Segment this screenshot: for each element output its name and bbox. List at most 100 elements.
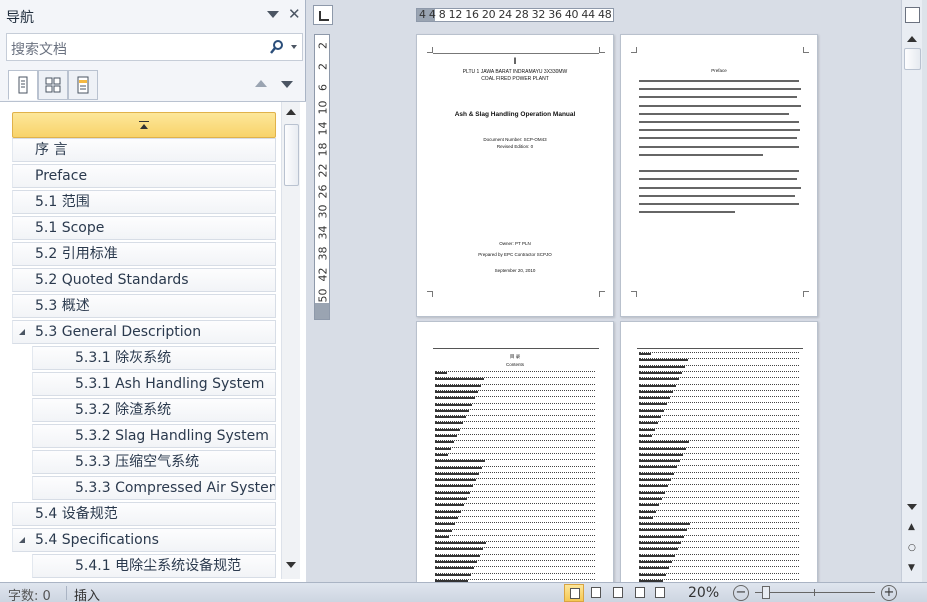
toc-leader (435, 503, 595, 505)
scroll-down-icon[interactable] (907, 504, 917, 510)
page-1[interactable]: I PLTU 1 JAWA BARAT INDRAMAYU 3X330MW CO… (416, 34, 614, 317)
tree-item[interactable]: 5.3.1 除灰系统 (32, 346, 276, 370)
zoom-slider-track[interactable] (755, 592, 875, 593)
headings-icon (18, 76, 28, 94)
page-3[interactable]: 目 录 Contents (416, 321, 614, 582)
previous-page-icon[interactable]: ▲ (908, 522, 915, 532)
scroll-up-icon[interactable] (286, 109, 296, 115)
page-4[interactable] (620, 321, 818, 582)
toc-leader (639, 490, 799, 492)
zoom-out-button[interactable]: − (733, 585, 749, 601)
insert-mode[interactable]: 插入 (74, 585, 100, 602)
crop-mark (631, 47, 637, 53)
toc-entry-label (639, 542, 681, 544)
document-scrollbar[interactable]: ▲ ○ ▼ (901, 0, 922, 582)
preface-heading: Preface (711, 68, 727, 73)
toc-entry-label (639, 535, 684, 538)
search-icon[interactable] (269, 39, 285, 55)
web-layout-button[interactable] (608, 584, 628, 602)
owner: Owner: PT PLN (499, 241, 531, 246)
search-input[interactable]: 搜索文档 (11, 39, 67, 59)
toc-entry-label (639, 390, 673, 393)
tree-item[interactable]: 5.2 引用标准 (12, 242, 276, 266)
next-heading-icon[interactable] (281, 81, 293, 88)
page-2[interactable]: Preface (620, 34, 818, 317)
toc-leader (639, 352, 799, 353)
toc-entry-label (435, 397, 475, 400)
scroll-down-icon[interactable] (286, 562, 296, 568)
toc-leader (435, 522, 595, 524)
tree-item[interactable]: Preface (12, 164, 276, 188)
tree-item[interactable]: 5.4.1 电除尘系统设备规范 (32, 554, 276, 578)
heading-tree: 序 言 Preface 5.1 范围 5.1 Scope 5.2 引用标准 5.2 Quo… (0, 101, 306, 582)
toc-entry-label (435, 573, 471, 576)
toc-leader (639, 547, 799, 549)
outline-button[interactable] (630, 584, 650, 602)
vertical-ruler[interactable]: 2 2 6 10 14 18 22 26 30 34 38 42 50 (314, 34, 330, 320)
toc-entry-label (435, 567, 474, 570)
full-screen-reading-button[interactable] (586, 584, 606, 602)
toc-entry-label (639, 460, 680, 463)
tree-scroll-thumb[interactable] (284, 124, 299, 186)
tree-item[interactable]: 5.3.2 除渣系统 (32, 398, 276, 422)
tree-item[interactable]: 5.3 General Description (12, 320, 276, 344)
tree-item[interactable]: 5.1 范围 (12, 190, 276, 214)
horizontal-ruler[interactable]: 4 4 8 12 16 20 24 28 32 36 40 44 48 (416, 8, 614, 22)
zoom-in-button[interactable]: + (881, 585, 897, 601)
scroll-up-icon[interactable] (907, 36, 917, 42)
select-browse-object-icon[interactable]: ○ (908, 543, 916, 553)
draft-button[interactable] (650, 584, 670, 602)
toc-entry-label (639, 560, 672, 563)
toc-entry-label (435, 472, 479, 475)
view-ruler-icon[interactable] (905, 7, 920, 23)
toc-entry-label (435, 409, 469, 412)
tree-item[interactable]: 5.2 Quoted Standards (12, 268, 276, 292)
toc-leader (639, 484, 799, 486)
toc-entry-label (639, 516, 653, 519)
ruler-number: 38 (316, 246, 330, 261)
tree-scrollbar[interactable] (281, 102, 300, 579)
tree-item[interactable]: 5.3.3 Compressed Air System (32, 476, 276, 500)
toc-leader (435, 389, 595, 391)
expand-collapse-icon[interactable] (19, 537, 25, 543)
print-layout-button[interactable] (564, 584, 584, 602)
toc-leader (435, 427, 595, 429)
ruler-number: 30 (316, 204, 330, 219)
revision: Revised Edition: 0 (496, 144, 534, 149)
ruler-number: 50 (316, 288, 330, 303)
collapse-all-button[interactable] (12, 112, 276, 138)
word-count[interactable]: 字数: 0 (8, 585, 51, 602)
tree-item[interactable]: 5.4 设备规范 (12, 502, 276, 526)
tree-item[interactable]: 5.3 概述 (12, 294, 276, 318)
tab-pages[interactable] (38, 70, 68, 100)
document-scroll-thumb[interactable] (904, 48, 921, 70)
tree-item[interactable]: 5.4 Specifications (12, 528, 276, 552)
tree-item-label: 5.1 范围 (35, 194, 90, 210)
nav-close-icon[interactable]: ✕ (288, 6, 301, 22)
previous-heading-icon[interactable] (255, 80, 267, 87)
toc-entry-label (435, 403, 472, 406)
toc-leader (435, 446, 595, 448)
document-area[interactable]: I PLTU 1 JAWA BARAT INDRAMAYU 3X330MW CO… (334, 28, 901, 582)
search-box[interactable]: 搜索文档 (6, 33, 303, 61)
tree-item[interactable]: 5.3.2 Slag Handling System (32, 424, 276, 448)
toc-entry-label (435, 561, 477, 563)
tree-item[interactable]: 5.3.1 Ash Handling System (32, 372, 276, 396)
tree-item[interactable]: 5.3.3 压缩空气系统 (32, 450, 276, 474)
search-options-dropdown-icon[interactable] (291, 45, 297, 49)
ruler-number: 34 (316, 225, 330, 240)
toc-entry-label (639, 554, 675, 557)
expand-collapse-icon[interactable] (19, 329, 25, 335)
tab-selector[interactable] (313, 5, 333, 25)
zoom-level[interactable]: 20% (688, 585, 719, 601)
toc-entry-label (639, 573, 666, 576)
toc-entry-label (639, 422, 658, 425)
toc-leader (639, 402, 799, 404)
zoom-slider-thumb[interactable] (762, 586, 770, 599)
tree-item[interactable]: 序 言 (12, 138, 276, 162)
nav-options-dropdown-icon[interactable] (266, 9, 280, 21)
tree-item[interactable]: 5.1 Scope (12, 216, 276, 240)
tab-results[interactable] (68, 70, 98, 100)
next-page-icon[interactable]: ▼ (908, 563, 915, 573)
tab-headings[interactable] (8, 70, 38, 100)
